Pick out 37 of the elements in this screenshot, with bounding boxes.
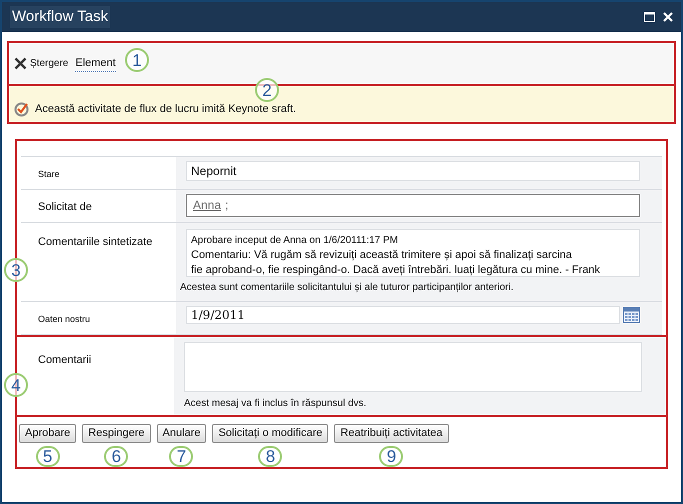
calendar-icon[interactable] — [623, 307, 640, 323]
callout-number: 7 — [169, 446, 194, 466]
callout-number: 5 — [36, 446, 60, 466]
people-picker-field[interactable]: Anna ; — [186, 194, 640, 217]
field-label: Oaten nostru — [38, 314, 90, 324]
callout-number: 2 — [255, 78, 279, 102]
delete-icon[interactable] — [14, 57, 27, 70]
callout-number: 6 — [104, 446, 128, 466]
callout-number: 8 — [258, 446, 282, 466]
window-title: Workflow Task — [10, 6, 110, 28]
hint-text: Acestea sunt comentariile solicitantului și ale tuturor participanților anteriori. — [180, 281, 514, 295]
callout-number: 3 — [4, 258, 28, 282]
close-icon[interactable] — [663, 12, 673, 22]
action-button[interactable]: Anulare — [156, 424, 206, 442]
comments-field[interactable] — [184, 342, 642, 392]
action-button[interactable]: Respingere — [82, 424, 151, 442]
date-field[interactable]: 1/9/2011 — [186, 306, 620, 324]
action-button[interactable]: Solicitați o modificare — [212, 424, 328, 442]
action-button[interactable]: Reatribuiți activitatea — [334, 424, 448, 442]
field-label: Stare — [38, 169, 60, 179]
task-check-icon — [14, 102, 29, 117]
status-field[interactable]: Nepornit — [186, 161, 640, 181]
field-label: Solicitat de — [38, 201, 92, 213]
callout-number: 4 — [4, 373, 28, 397]
hint-text: Acest mesaj va fi inclus în răspunsul dvs. — [184, 397, 368, 411]
maximize-icon[interactable] — [644, 12, 655, 22]
callout-number: 1 — [125, 48, 149, 72]
field-label: Comentariile sintetizate — [38, 236, 152, 248]
comments-history: Aprobare inceput de Anna on 1/6/20111:17 PM Comentariu: Vă rugăm să revizuiți această trimitere și apoi să finalizați sarcina fie aproband-o, fie respingând-o. Dacă aveți întrebări. luați legătura cu mine. - Frank — [186, 229, 640, 277]
element-label[interactable]: Element — [75, 54, 116, 72]
delete-label[interactable]: Ștergere — [30, 56, 68, 71]
notice-text: Această activitate de flux de lucru imită Keynote sraft. — [35, 102, 296, 116]
field-label: Comentarii — [38, 354, 92, 366]
callout-number: 9 — [379, 446, 404, 466]
action-button[interactable]: Aprobare — [19, 424, 76, 442]
person-link[interactable]: Anna — [193, 195, 222, 216]
separator-text: ; — [225, 197, 228, 214]
